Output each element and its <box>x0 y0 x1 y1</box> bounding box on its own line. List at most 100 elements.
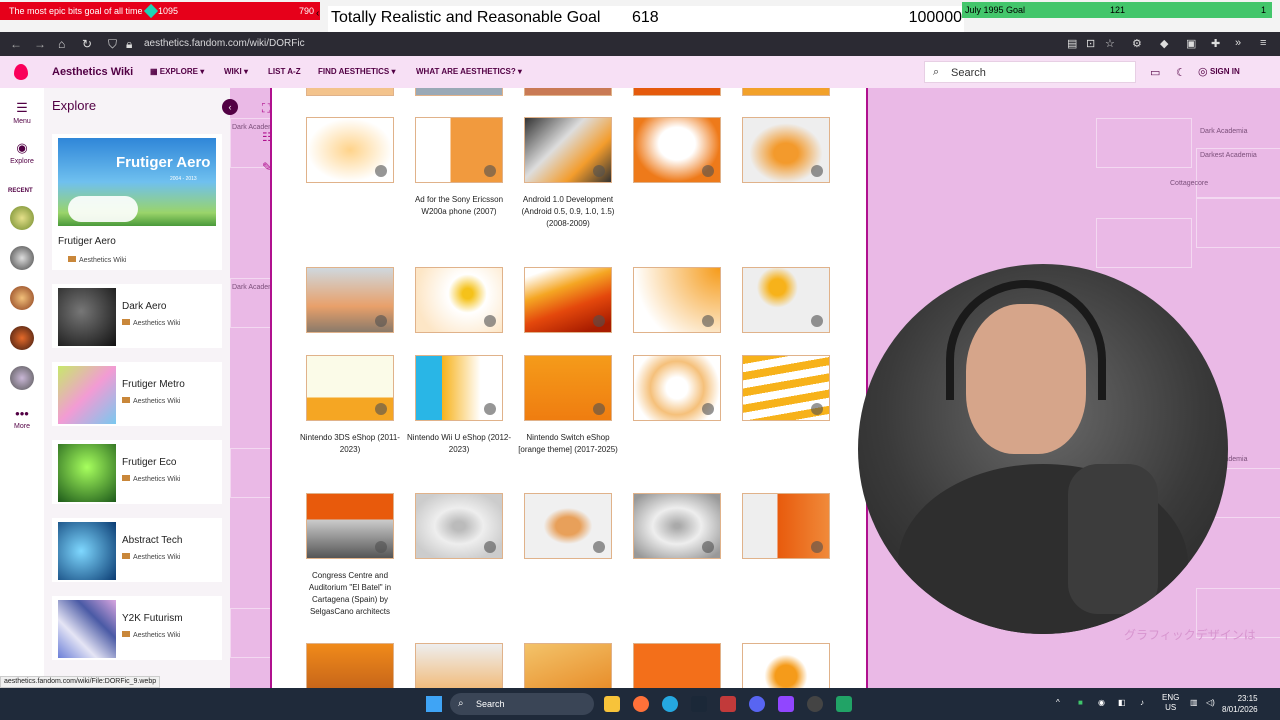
nav-wiki[interactable]: WIKI ▾ <box>224 67 248 76</box>
gallery-thumb[interactable] <box>415 355 503 421</box>
network-icon[interactable]: ▥ <box>1190 698 1198 707</box>
gallery-thumb[interactable] <box>633 117 721 183</box>
explore-item[interactable]: Dark Aero Aesthetics Wiki <box>52 284 222 348</box>
gallery-thumb[interactable] <box>415 88 503 96</box>
featured-image[interactable]: Frutiger Aero 2004 - 2013 <box>58 138 216 226</box>
extension-2-icon[interactable]: ◆ <box>1160 37 1168 50</box>
gallery-thumb[interactable] <box>524 643 612 688</box>
discord-icon[interactable] <box>749 696 765 712</box>
bookmark-star-icon[interactable]: ☆ <box>1105 37 1115 50</box>
recent-avatar-1[interactable] <box>10 206 34 230</box>
edge-icon[interactable] <box>662 696 678 712</box>
shield-icon[interactable]: ⛉ <box>108 37 117 52</box>
tray-app-icon[interactable]: ■ <box>1078 698 1083 707</box>
steam-icon[interactable] <box>691 696 707 712</box>
gallery-caption[interactable]: Nintendo Switch eShop [orange theme] (20… <box>514 432 622 456</box>
gallery-thumb[interactable] <box>742 88 830 96</box>
gallery-thumb[interactable] <box>742 117 830 183</box>
explore-item-name[interactable]: Frutiger Metro <box>122 379 185 390</box>
gallery-thumb[interactable] <box>524 267 612 333</box>
sign-in-link[interactable]: SIGN IN <box>1210 67 1240 76</box>
twitch-icon[interactable] <box>778 696 794 712</box>
explore-thumb[interactable] <box>58 366 116 424</box>
gallery-thumb[interactable] <box>633 643 721 688</box>
volume-icon[interactable]: ◁) <box>1206 698 1215 707</box>
reload-icon[interactable]: ↻ <box>82 37 92 51</box>
gallery-thumb[interactable] <box>415 267 503 333</box>
gallery-thumb[interactable] <box>415 493 503 559</box>
gallery-caption[interactable]: Ad for the Sony Ericsson W200a phone (20… <box>405 194 513 218</box>
app-icon[interactable] <box>720 696 736 712</box>
gallery-thumb[interactable] <box>742 267 830 333</box>
dark-mode-icon[interactable]: ☾ <box>1176 66 1186 79</box>
gallery-thumb[interactable] <box>524 493 612 559</box>
user-icon[interactable]: ◎ <box>1198 65 1208 78</box>
taskbar-search[interactable]: ⌕ Search <box>450 693 594 715</box>
obs-icon[interactable] <box>807 696 823 712</box>
firefox-icon[interactable] <box>633 696 649 712</box>
language-indicator[interactable]: ENG US <box>1162 693 1179 713</box>
rail-explore[interactable]: ◉ Explore <box>0 140 44 165</box>
tray-mic-icon[interactable]: ♪ <box>1140 698 1144 707</box>
gallery-caption[interactable]: Congress Centre and Auditorium "El Batel… <box>296 570 404 618</box>
explore-thumb[interactable] <box>58 444 116 502</box>
gallery-caption[interactable]: Android 1.0 Development (Android 0.5, 0.… <box>514 194 622 230</box>
url-text[interactable]: aesthetics.fandom.com/wiki/DORFic <box>144 38 305 49</box>
menu-icon[interactable]: ≡ <box>1260 37 1266 49</box>
explore-item-name[interactable]: Y2K Futurism <box>122 613 183 624</box>
edit-pencil-icon[interactable]: ✎ <box>262 160 272 174</box>
featured-card[interactable]: Frutiger Aero 2004 - 2013 Frutiger Aero … <box>52 134 222 270</box>
gallery-thumb[interactable] <box>415 117 503 183</box>
explore-item[interactable]: Frutiger Eco Aesthetics Wiki <box>52 440 222 504</box>
wiki-search-input[interactable]: ⌕ Search <box>924 61 1136 83</box>
windows-start-icon[interactable] <box>426 696 442 712</box>
gallery-caption[interactable]: Nintendo 3DS eShop (2011-2023) <box>296 432 404 456</box>
reader-icon[interactable]: ▤ <box>1067 37 1077 50</box>
forward-icon[interactable]: → <box>34 37 46 51</box>
toc-icon[interactable]: ☷ <box>262 130 273 144</box>
explore-item-name[interactable]: Abstract Tech <box>122 535 182 546</box>
gallery-thumb[interactable] <box>633 88 721 96</box>
recent-avatar-3[interactable] <box>10 286 34 310</box>
screenshot-icon[interactable]: ⊡ <box>1086 37 1095 50</box>
gallery-thumb[interactable] <box>306 643 394 688</box>
gallery-thumb[interactable] <box>306 355 394 421</box>
explore-thumb[interactable] <box>58 288 116 346</box>
nav-what-are-aesthetics[interactable]: WHAT ARE AESTHETICS? ▾ <box>416 67 522 76</box>
puzzle-icon[interactable]: ✚ <box>1211 37 1220 50</box>
recent-avatar-5[interactable] <box>10 366 34 390</box>
explore-item[interactable]: Abstract Tech Aesthetics Wiki <box>52 518 222 582</box>
overflow-chevron-icon[interactable]: » <box>1235 37 1241 49</box>
nav-list-az[interactable]: LIST A-Z <box>268 67 301 76</box>
gallery-caption[interactable]: Nintendo Wii U eShop (2012-2023) <box>405 432 513 456</box>
gallery-thumb[interactable] <box>306 117 394 183</box>
back-icon[interactable]: ← <box>10 37 22 51</box>
nav-explore[interactable]: ▦ EXPLORE ▾ <box>150 67 204 76</box>
rail-more[interactable]: ••• More <box>0 406 44 430</box>
nav-find-aesthetics[interactable]: FIND AESTHETICS ▾ <box>318 67 396 76</box>
fandom-flame-icon[interactable] <box>14 64 28 80</box>
file-explorer-icon[interactable] <box>604 696 620 712</box>
chat-icon[interactable]: ▭ <box>1150 66 1160 79</box>
lock-icon[interactable]: 🔒︎ <box>126 37 132 52</box>
gallery-thumb[interactable] <box>524 117 612 183</box>
home-icon[interactable]: ⌂ <box>58 37 65 51</box>
gallery-thumb[interactable] <box>306 267 394 333</box>
wiki-name[interactable]: Aesthetics Wiki <box>52 66 133 78</box>
explore-item-name[interactable]: Frutiger Eco <box>122 457 176 468</box>
fullscreen-icon[interactable]: ⛶ <box>262 101 270 116</box>
explore-thumb[interactable] <box>58 522 116 580</box>
gallery-thumb[interactable] <box>306 88 394 96</box>
recent-avatar-2[interactable] <box>10 246 34 270</box>
gallery-thumb[interactable] <box>633 355 721 421</box>
gallery-thumb[interactable] <box>742 493 830 559</box>
extension-icon[interactable]: ⚙ <box>1132 37 1142 50</box>
gallery-thumb[interactable] <box>306 493 394 559</box>
tray-app-2-icon[interactable]: ◉ <box>1098 698 1105 707</box>
rail-menu[interactable]: ☰ Menu <box>0 100 44 125</box>
collapse-panel-button[interactable]: ‹ <box>222 99 238 115</box>
explore-thumb[interactable] <box>58 600 116 658</box>
clock[interactable]: 23:15 8/01/2026 <box>1222 693 1258 715</box>
recent-avatar-4[interactable] <box>10 326 34 350</box>
gallery-thumb[interactable] <box>633 267 721 333</box>
